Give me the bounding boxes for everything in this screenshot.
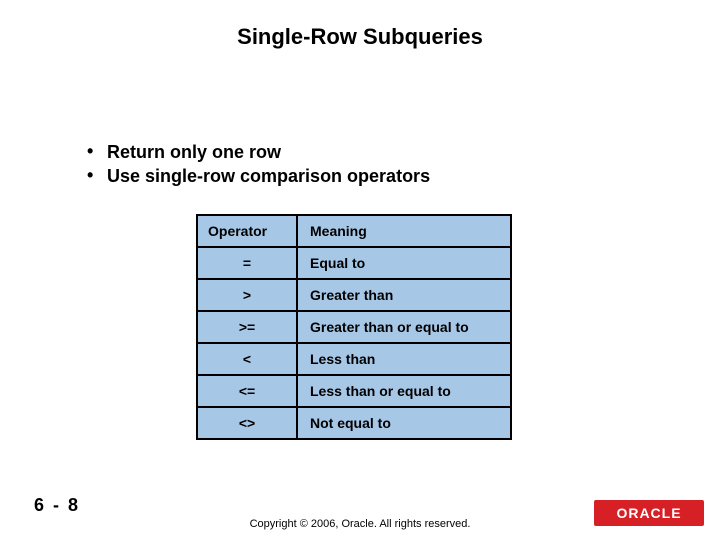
cell-operator: <> (197, 407, 297, 439)
cell-meaning: Greater than (297, 279, 511, 311)
cell-operator: <= (197, 375, 297, 407)
table-row: >= Greater than or equal to (197, 311, 511, 343)
bullet-item: Return only one row (85, 140, 430, 164)
table-row: = Equal to (197, 247, 511, 279)
cell-meaning: Not equal to (297, 407, 511, 439)
slide-footer: 6 - 8 Copyright © 2006, Oracle. All righ… (0, 504, 720, 540)
table-row: <= Less than or equal to (197, 375, 511, 407)
oracle-logo: ORACLE (594, 500, 704, 526)
cell-operator: = (197, 247, 297, 279)
table-header-row: Operator Meaning (197, 215, 511, 247)
cell-meaning: Less than or equal to (297, 375, 511, 407)
table-row: <> Not equal to (197, 407, 511, 439)
cell-meaning: Less than (297, 343, 511, 375)
header-meaning: Meaning (297, 215, 511, 247)
bullet-item: Use single-row comparison operators (85, 164, 430, 188)
header-operator: Operator (197, 215, 297, 247)
cell-operator: < (197, 343, 297, 375)
slide: Single-Row Subqueries Return only one ro… (0, 0, 720, 540)
table-row: < Less than (197, 343, 511, 375)
bullet-list: Return only one row Use single-row compa… (85, 140, 430, 189)
slide-title: Single-Row Subqueries (0, 24, 720, 50)
oracle-logo-text: ORACLE (616, 505, 681, 521)
cell-operator: > (197, 279, 297, 311)
cell-meaning: Equal to (297, 247, 511, 279)
operator-table: Operator Meaning = Equal to > Greater th… (196, 214, 512, 440)
cell-operator: >= (197, 311, 297, 343)
table-row: > Greater than (197, 279, 511, 311)
cell-meaning: Greater than or equal to (297, 311, 511, 343)
page-number: 6 - 8 (34, 495, 80, 516)
